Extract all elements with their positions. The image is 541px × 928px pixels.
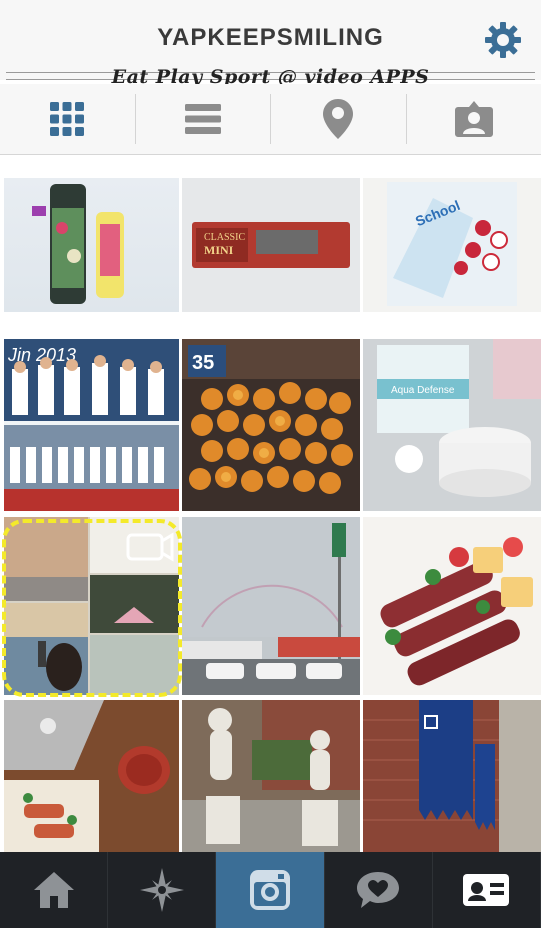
photo-tile[interactable] xyxy=(182,517,360,695)
bottom-tab-bar xyxy=(0,852,541,928)
grid-icon xyxy=(50,102,85,136)
tagged-person-icon xyxy=(454,101,493,137)
profile-card-icon xyxy=(463,874,510,906)
view-toggle-bar xyxy=(0,84,541,155)
svg-text:Aqua Defense: Aqua Defense xyxy=(391,385,455,396)
explore-star-icon xyxy=(139,868,184,912)
highlight-frame xyxy=(2,519,182,697)
photo-tile[interactable] xyxy=(363,700,541,852)
speech-heart-icon xyxy=(357,872,400,908)
tab-activity[interactable] xyxy=(325,852,433,928)
tab-camera[interactable] xyxy=(216,852,325,928)
svg-text:CLASSIC: CLASSIC xyxy=(204,232,245,243)
tab-profile[interactable] xyxy=(433,852,541,928)
tagged-view-button[interactable] xyxy=(407,94,541,144)
photo-tile[interactable]: Aqua Defense xyxy=(363,339,541,511)
photo-tile[interactable]: 35 xyxy=(182,339,360,511)
svg-text:MINI: MINI xyxy=(204,243,234,257)
photo-tile[interactable]: Jin 2013 xyxy=(4,339,179,511)
photo-tile[interactable] xyxy=(182,700,360,852)
list-view-button[interactable] xyxy=(136,94,271,144)
username-title: YAPKEEPSMILING xyxy=(157,24,384,51)
camera-icon xyxy=(250,870,290,910)
location-pin-icon xyxy=(323,99,354,139)
map-view-button[interactable] xyxy=(271,94,407,144)
gear-icon[interactable] xyxy=(483,20,523,60)
photo-tile[interactable]: CLASSIC MINI xyxy=(182,178,360,312)
svg-text:35: 35 xyxy=(192,352,214,374)
tab-explore[interactable] xyxy=(108,852,217,928)
photo-tile[interactable] xyxy=(4,178,179,312)
grid-view-button[interactable] xyxy=(0,94,136,144)
photo-tile[interactable] xyxy=(363,517,541,695)
list-icon xyxy=(184,104,221,134)
photo-tile[interactable] xyxy=(4,700,179,852)
photo-tile[interactable]: School xyxy=(363,178,541,312)
tab-home[interactable] xyxy=(0,852,109,928)
home-icon xyxy=(33,872,74,908)
